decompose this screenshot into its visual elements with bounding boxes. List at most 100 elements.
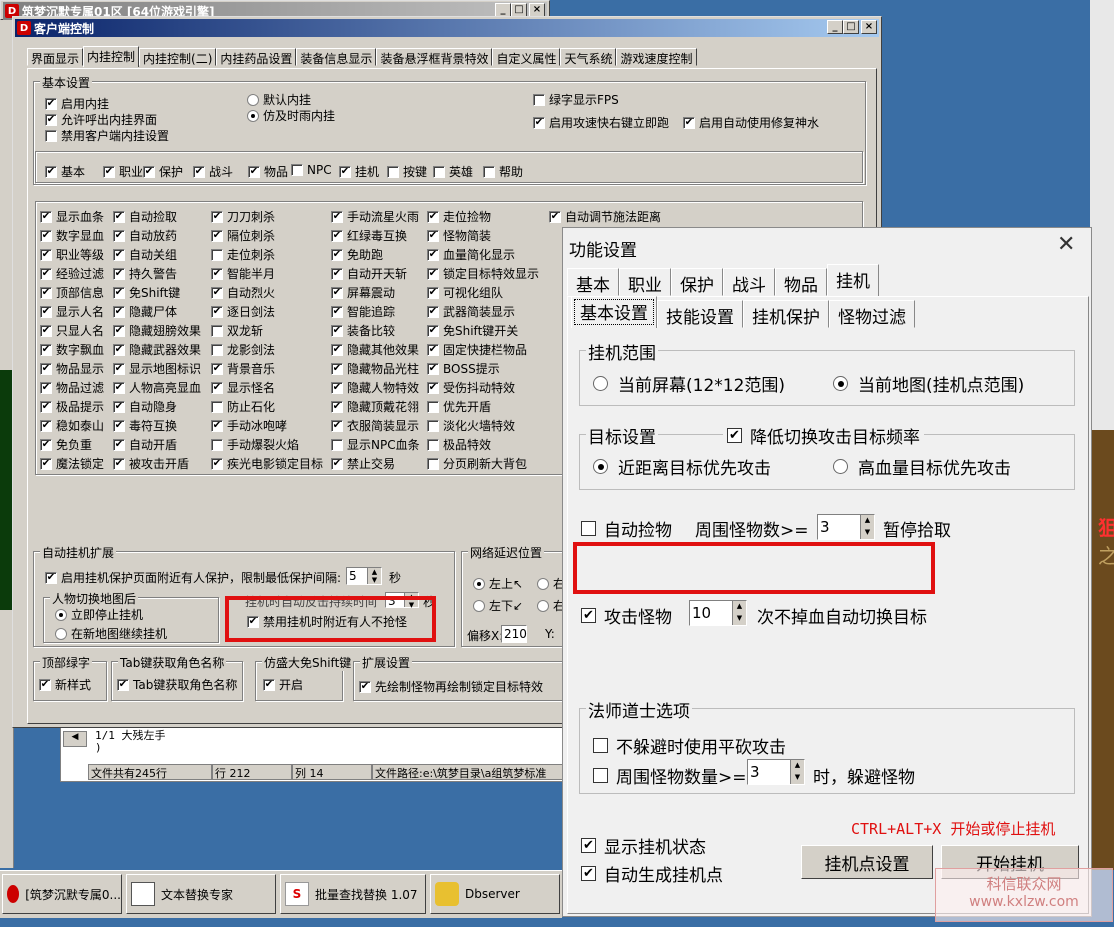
no-dodge-melee-checkbox[interactable]: 不躲避时使用平砍攻击 bbox=[593, 733, 786, 758]
option-checkbox[interactable]: ✔ 魔法锁定 bbox=[40, 455, 104, 472]
tab-bot-control-2[interactable]: 内挂控制(二) bbox=[139, 48, 217, 66]
option-checkbox[interactable]: ✔ 隔位刺杀 bbox=[211, 227, 275, 244]
option-checkbox[interactable]: ✔ 禁止交易 bbox=[331, 455, 395, 472]
option-checkbox[interactable]: ✔ 顶部信息 bbox=[40, 284, 104, 301]
taskbar-item-text-replace[interactable]: 文本替换专家 bbox=[126, 874, 276, 914]
option-checkbox[interactable]: 优先开盾 bbox=[427, 398, 491, 415]
option-checkbox[interactable]: ✔ 刀刀刺杀 bbox=[211, 208, 275, 225]
option-checkbox[interactable]: ✔ 隐藏其他效果 bbox=[331, 341, 419, 358]
option-checkbox[interactable]: ✔ 隐藏顶戴花翎 bbox=[331, 398, 419, 415]
option-checkbox[interactable]: ✔ 自动放药 bbox=[113, 227, 177, 244]
option-checkbox[interactable]: 显示NPC血条 bbox=[331, 436, 420, 453]
taskbar-item-game[interactable]: [筑梦沉默专属0... bbox=[2, 874, 122, 914]
category-checkbox[interactable]: 按键 bbox=[387, 163, 427, 180]
option-checkbox[interactable]: ✔ 背景音乐 bbox=[211, 360, 275, 377]
auto-pick-checkbox[interactable]: 自动捡物 bbox=[581, 516, 672, 541]
option-checkbox[interactable]: ✔ 隐藏武器效果 bbox=[113, 341, 201, 358]
option-checkbox[interactable]: ✔ 自动烈火 bbox=[211, 284, 275, 301]
dodge-monster-checkbox[interactable]: 周围怪物数量>= bbox=[593, 763, 747, 788]
option-checkbox[interactable]: ✔ 免助跑 bbox=[331, 246, 383, 263]
attack-stepper[interactable]: 10 ▲ ▼ bbox=[689, 600, 747, 626]
option-checkbox[interactable]: ✔ 毒符互换 bbox=[113, 417, 177, 434]
option-checkbox[interactable]: ✔ 红绿毒互换 bbox=[331, 227, 407, 244]
range-current-map-radio[interactable]: 当前地图(挂机点范围) bbox=[833, 371, 1024, 396]
client-minimize-button[interactable]: _ bbox=[827, 20, 843, 34]
tab-equip-info[interactable]: 装备信息显示 bbox=[296, 48, 377, 66]
option-checkbox[interactable]: ✔ 显示地图标识 bbox=[113, 360, 201, 377]
option-checkbox[interactable]: ✔ 手动流星火雨 bbox=[331, 208, 419, 225]
dodge-stepper[interactable]: 3 ▲ ▼ bbox=[747, 759, 805, 785]
option-checkbox[interactable]: ✔ 血量简化显示 bbox=[427, 246, 515, 263]
option-checkbox[interactable]: ✔ 走位捡物 bbox=[427, 208, 491, 225]
option-checkbox[interactable]: ✔ 极品提示 bbox=[40, 398, 104, 415]
option-checkbox[interactable]: ✔ 物品过滤 bbox=[40, 379, 104, 396]
category-checkbox[interactable]: NPC bbox=[291, 163, 332, 177]
option-checkbox[interactable]: ✔ 隐藏翅膀效果 bbox=[113, 322, 201, 339]
shift-checkbox[interactable]: ✔ 开启 bbox=[263, 676, 303, 693]
enable-bot-checkbox[interactable]: ✔ 启用内挂 bbox=[45, 95, 109, 112]
option-checkbox[interactable]: ✔ 固定快捷栏物品 bbox=[427, 341, 527, 358]
option-checkbox[interactable]: 极品特效 bbox=[427, 436, 491, 453]
auto-repair-checkbox[interactable]: ✔ 启用自动使用修复神水 bbox=[683, 114, 819, 131]
option-checkbox[interactable]: ✔ 持久警告 bbox=[113, 265, 177, 282]
auto-protect-checkbox[interactable]: ✔ 启用挂机保护页面附近有人保护，限制最低保护间隔: bbox=[45, 569, 341, 586]
net-bottom-left-radio[interactable]: 左下↙ bbox=[473, 597, 523, 614]
category-checkbox[interactable]: 英雄 bbox=[433, 163, 473, 180]
option-checkbox[interactable]: ✔ 免负重 bbox=[40, 436, 92, 453]
option-checkbox[interactable]: ✔ 免Shift键 bbox=[113, 284, 180, 301]
option-checkbox[interactable]: ✔ 稳如泰山 bbox=[40, 417, 104, 434]
editor-scroll-left[interactable]: ◀ bbox=[63, 731, 87, 747]
option-checkbox[interactable]: ✔ 显示人名 bbox=[40, 303, 104, 320]
category-checkbox[interactable]: ✔ 挂机 bbox=[339, 163, 379, 180]
fps-checkbox[interactable]: 绿字显示FPS bbox=[533, 91, 619, 108]
option-checkbox[interactable]: ✔ 自动捡取 bbox=[113, 208, 177, 225]
option-checkbox[interactable]: ✔ 数字显血 bbox=[40, 227, 104, 244]
option-checkbox[interactable]: ✔ 可视化组队 bbox=[427, 284, 503, 301]
option-checkbox[interactable]: ✔ 自动关组 bbox=[113, 246, 177, 263]
option-checkbox[interactable]: ✔ BOSS提示 bbox=[427, 360, 500, 377]
option-checkbox[interactable]: ✔ 智能追踪 bbox=[331, 303, 395, 320]
tab-custom-attr[interactable]: 自定义属性 bbox=[492, 48, 561, 66]
allow-bot-ui-checkbox[interactable]: ✔ 允许呼出内挂界面 bbox=[45, 111, 157, 128]
fw-tab-job[interactable]: 职业 bbox=[619, 268, 671, 296]
imitate-bot-radio[interactable]: 仿及时雨内挂 bbox=[247, 107, 335, 124]
high-hp-target-radio[interactable]: 高血量目标优先攻击 bbox=[833, 454, 1011, 479]
option-checkbox[interactable]: 双龙斩 bbox=[211, 322, 263, 339]
option-checkbox[interactable]: ✔ 装备比较 bbox=[331, 322, 395, 339]
option-checkbox[interactable]: ✔ 显示怪名 bbox=[211, 379, 275, 396]
option-checkbox[interactable]: ✔ 自动隐身 bbox=[113, 398, 177, 415]
bot-point-settings-button[interactable]: 挂机点设置 bbox=[801, 845, 933, 879]
fw-subtab-protect[interactable]: 挂机保护 bbox=[743, 300, 829, 328]
range-current-screen-radio[interactable]: 当前屏幕(12*12范围) bbox=[593, 371, 785, 396]
option-checkbox[interactable]: ✔ 锁定目标特效显示 bbox=[427, 265, 539, 282]
option-checkbox[interactable]: ✔ 免Shift键开关 bbox=[427, 322, 518, 339]
option-checkbox[interactable]: ✔ 显示血条 bbox=[40, 208, 104, 225]
option-checkbox[interactable]: ✔ 职业等级 bbox=[40, 246, 104, 263]
client-maximize-button[interactable]: □ bbox=[843, 20, 859, 34]
option-checkbox[interactable]: ✔ 逐日剑法 bbox=[211, 303, 275, 320]
option-checkbox[interactable]: ✔ 自动开盾 bbox=[113, 436, 177, 453]
fw-subtab-skill[interactable]: 技能设置 bbox=[657, 300, 743, 328]
auto-cast-distance-checkbox[interactable]: ✔ 自动调节施法距离 bbox=[549, 208, 661, 225]
attack-monster-checkbox[interactable]: ✔ 攻击怪物 bbox=[581, 603, 672, 628]
net-right-radio-1[interactable]: 右 bbox=[537, 575, 565, 592]
taskbar-item-batch-replace[interactable]: S 批量查找替换 1.07 bbox=[280, 874, 426, 914]
tab-weather[interactable]: 天气系统 bbox=[560, 48, 617, 66]
default-bot-radio[interactable]: 默认内挂 bbox=[247, 91, 311, 108]
category-checkbox[interactable]: ✔ 基本 bbox=[45, 163, 85, 180]
attack-run-checkbox[interactable]: ✔ 启用攻速快右键立即跑 bbox=[533, 114, 669, 131]
option-checkbox[interactable]: ✔ 隐藏物品光柱 bbox=[331, 360, 419, 377]
category-checkbox[interactable]: ✔ 保护 bbox=[143, 163, 183, 180]
around-stepper[interactable]: 3 ▲ ▼ bbox=[817, 514, 875, 540]
option-checkbox[interactable]: ✔ 怪物简装 bbox=[427, 227, 491, 244]
tab-bot-control[interactable]: 内挂控制 bbox=[83, 46, 140, 67]
minimize-button[interactable]: _ bbox=[495, 3, 511, 17]
fw-subtab-basic[interactable]: 基本设置 bbox=[571, 296, 657, 328]
fw-tab-item[interactable]: 物品 bbox=[775, 268, 827, 296]
option-checkbox[interactable]: ✔ 人物高亮显血 bbox=[113, 379, 201, 396]
option-checkbox[interactable]: 龙影剑法 bbox=[211, 341, 275, 358]
tab-interface[interactable]: 界面显示 bbox=[27, 48, 84, 66]
category-checkbox[interactable]: ✔ 职业 bbox=[103, 163, 143, 180]
option-checkbox[interactable]: ✔ 衣服简装显示 bbox=[331, 417, 419, 434]
tab-speed[interactable]: 游戏速度控制 bbox=[616, 48, 697, 66]
